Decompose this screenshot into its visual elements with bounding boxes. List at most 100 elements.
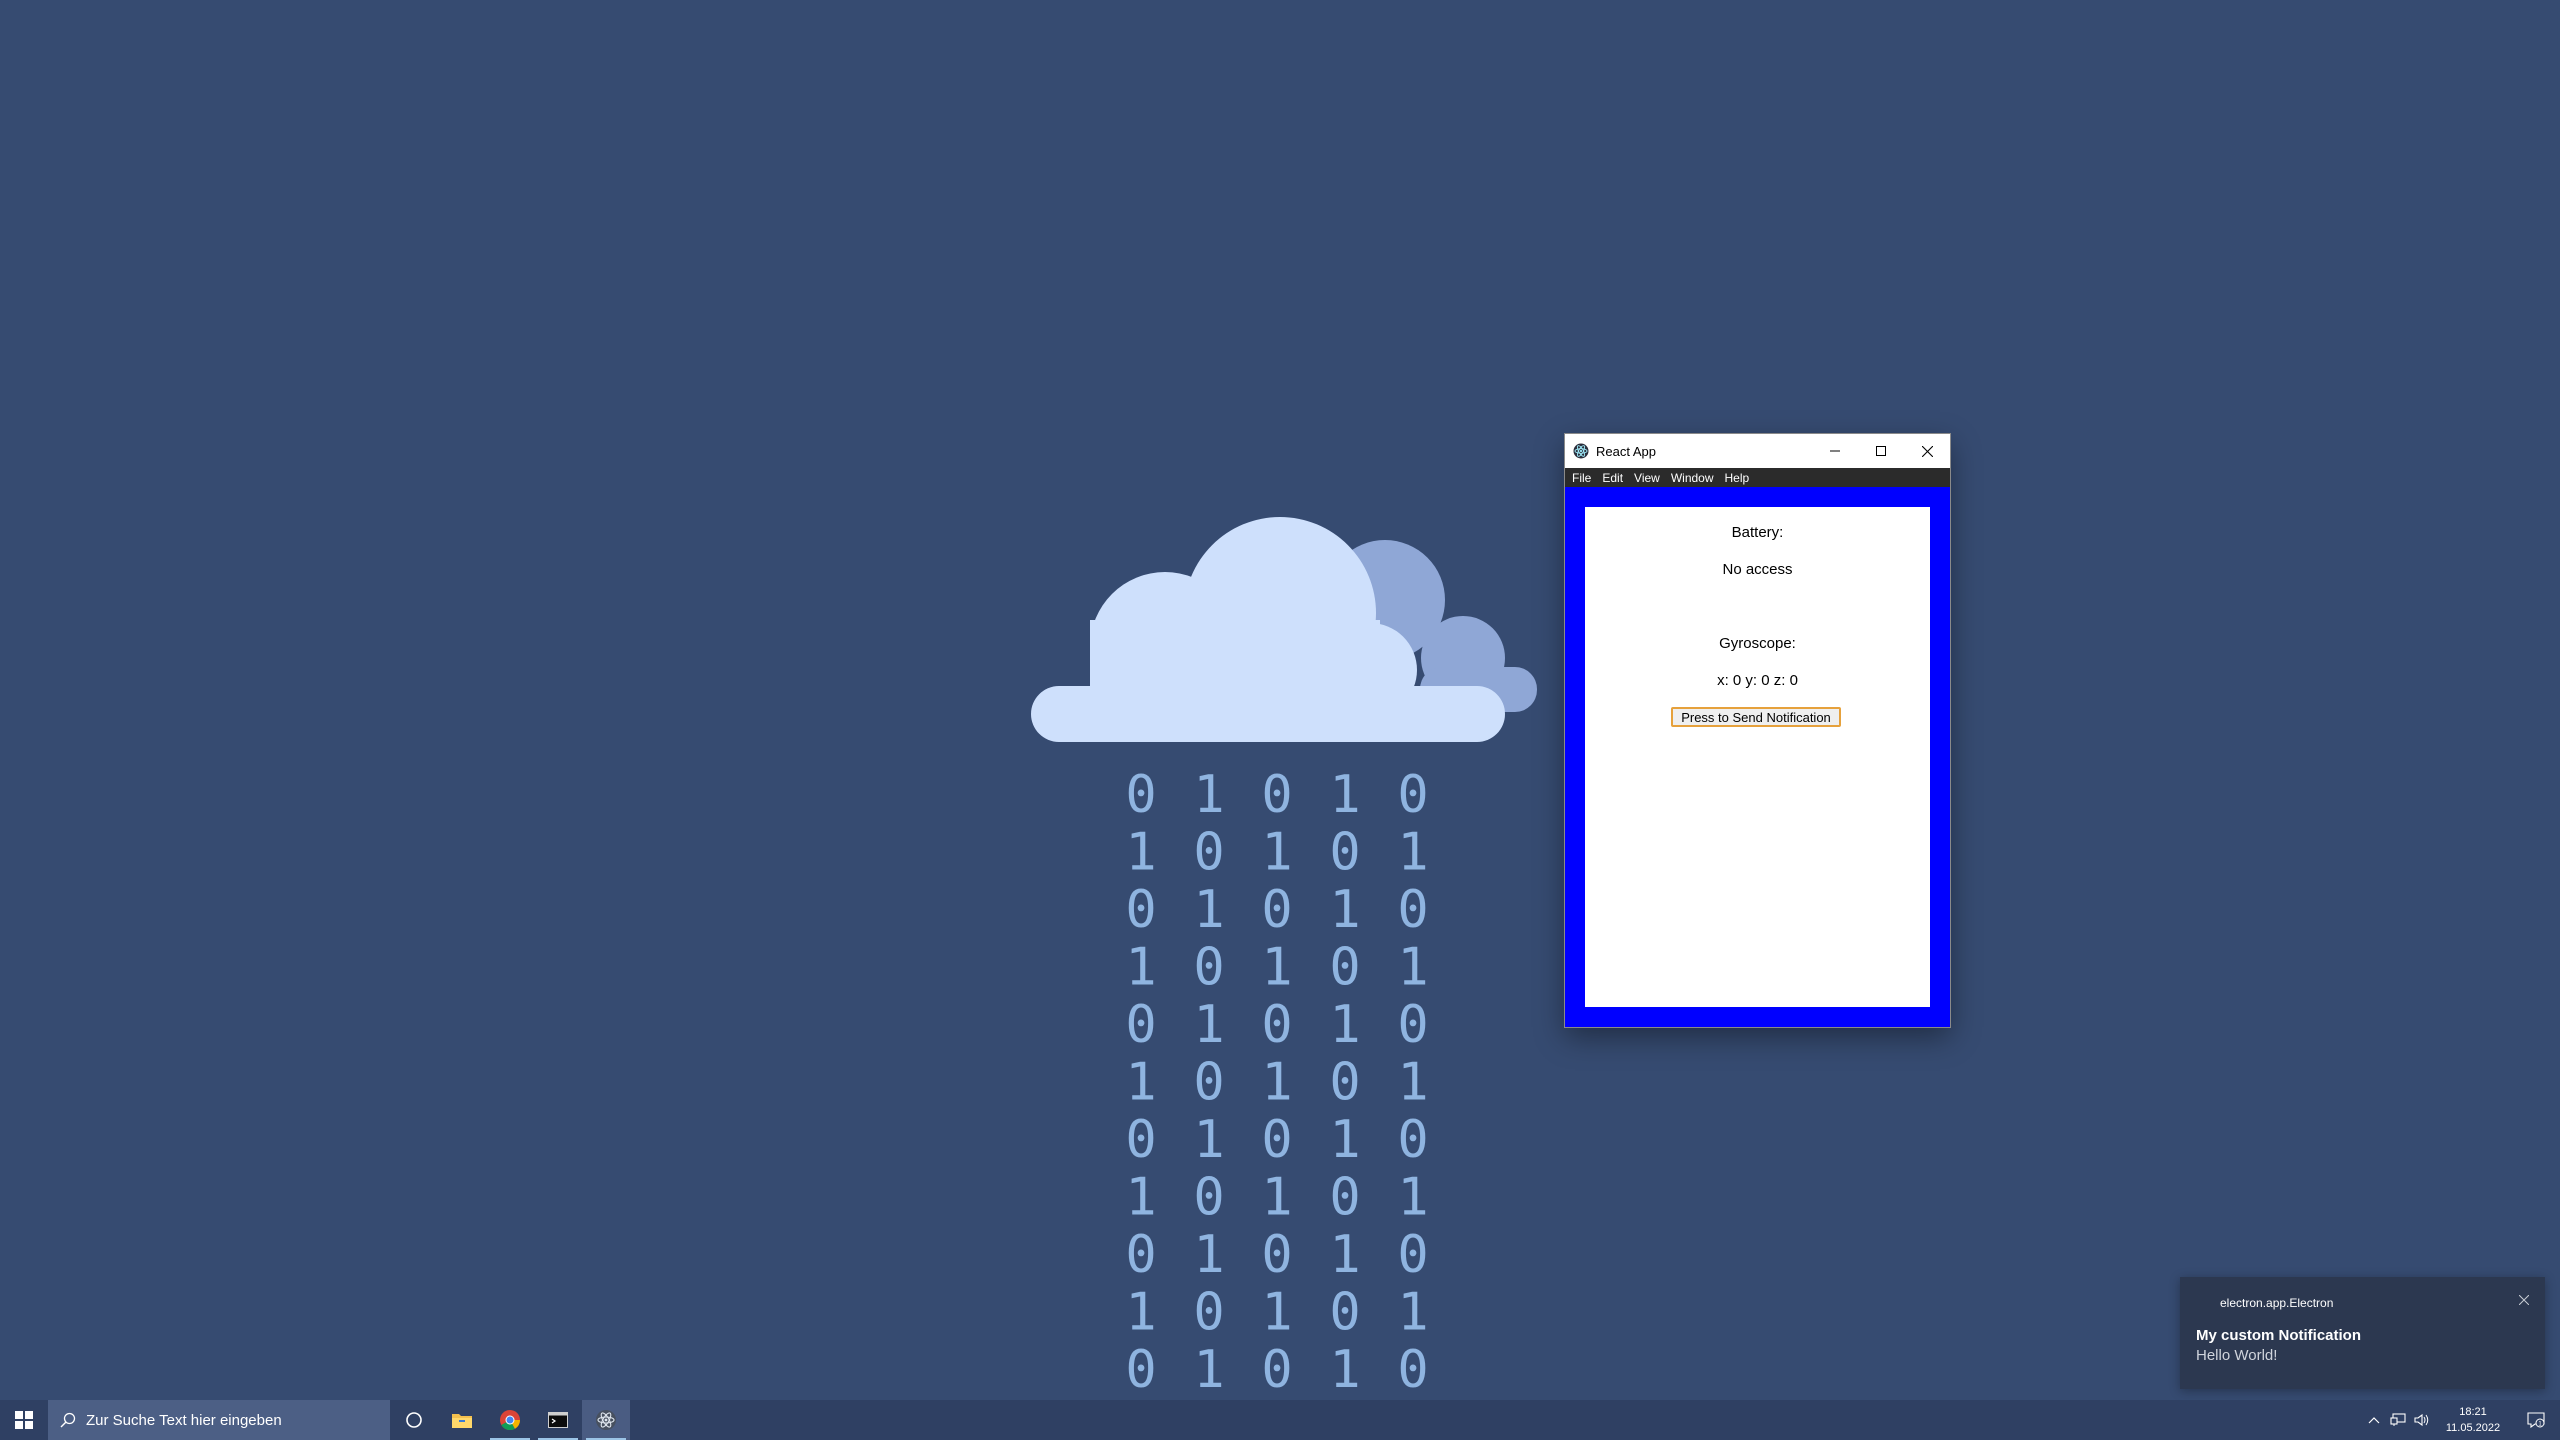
binary-digit: 0 [1397, 880, 1428, 940]
close-icon [2519, 1295, 2529, 1305]
binary-digit: 0 [1397, 1225, 1428, 1285]
volume-icon [2414, 1413, 2429, 1427]
binary-digit: 0 [1329, 938, 1360, 998]
cortana-button[interactable] [390, 1400, 438, 1440]
binary-digit: 0 [1397, 995, 1428, 1055]
show-hidden-icons-button[interactable] [2362, 1416, 2386, 1424]
binary-digit: 1 [1329, 1225, 1360, 1285]
start-button[interactable] [0, 1400, 48, 1440]
menu-view[interactable]: View [1634, 471, 1660, 485]
binary-digit: 1 [1329, 1110, 1360, 1170]
taskbar: Zur Suche Text hier eingeben 18:21 11.05… [0, 1400, 2560, 1440]
binary-digit: 0 [1261, 1110, 1292, 1170]
notification-toast[interactable]: electron.app.Electron My custom Notifica… [2180, 1277, 2545, 1389]
binary-digit: 1 [1397, 1168, 1428, 1228]
binary-digit: 1 [1329, 1340, 1360, 1400]
binary-digit: 1 [1125, 1168, 1156, 1228]
binary-digit: 1 [1261, 938, 1292, 998]
binary-digit: 0 [1397, 765, 1428, 825]
binary-digit: 1 [1261, 1283, 1292, 1343]
binary-digit: 0 [1261, 995, 1292, 1055]
binary-digit: 0 [1125, 995, 1156, 1055]
binary-digit: 1 [1193, 995, 1224, 1055]
binary-digit: 1 [1193, 765, 1224, 825]
chevron-up-icon [2368, 1417, 2380, 1424]
volume-button[interactable] [2410, 1413, 2434, 1427]
toast-close-button[interactable] [2519, 1295, 2529, 1305]
menu-bar: File Edit View Window Help [1565, 468, 1950, 487]
binary-digit: 1 [1397, 938, 1428, 998]
binary-digit: 0 [1261, 1225, 1292, 1285]
search-icon [60, 1412, 76, 1428]
binary-digit: 0 [1261, 880, 1292, 940]
network-button[interactable] [2386, 1413, 2410, 1427]
close-button[interactable] [1904, 434, 1950, 468]
battery-label: Battery: [1731, 524, 1784, 541]
binary-digit: 1 [1193, 880, 1224, 940]
electron-button[interactable] [582, 1400, 630, 1440]
menu-file[interactable]: File [1572, 471, 1591, 485]
binary-digit: 0 [1193, 1053, 1224, 1113]
binary-digit: 1 [1125, 938, 1156, 998]
action-center-button[interactable]: 1 [2512, 1400, 2560, 1440]
menu-window[interactable]: Window [1671, 471, 1714, 485]
binary-digit: 1 [1329, 995, 1360, 1055]
maximize-button[interactable] [1858, 434, 1904, 468]
toast-body: Hello World! [2196, 1347, 2278, 1364]
window-titlebar[interactable]: React App [1565, 434, 1950, 468]
menu-edit[interactable]: Edit [1602, 471, 1623, 485]
binary-digit: 0 [1193, 1168, 1224, 1228]
clock-time: 18:21 [2459, 1406, 2487, 1418]
binary-digit: 0 [1125, 765, 1156, 825]
system-tray: 18:21 11.05.2022 1 [2362, 1400, 2560, 1440]
cortana-icon [406, 1412, 422, 1428]
binary-digit: 1 [1329, 880, 1360, 940]
close-icon [1921, 445, 1933, 457]
window-title: React App [1596, 443, 1656, 459]
minimize-button[interactable] [1812, 434, 1858, 468]
taskbar-search[interactable]: Zur Suche Text hier eingeben [48, 1400, 390, 1440]
terminal-button[interactable] [534, 1400, 582, 1440]
binary-digit: 1 [1125, 823, 1156, 883]
binary-digit: 0 [1193, 938, 1224, 998]
maximize-icon [1876, 446, 1886, 456]
menu-help[interactable]: Help [1725, 471, 1750, 485]
binary-digit: 1 [1125, 1053, 1156, 1113]
send-notification-button[interactable]: Press to Send Notification [1671, 707, 1841, 727]
file-explorer-button[interactable] [438, 1400, 486, 1440]
binary-digit: 0 [1329, 1283, 1360, 1343]
binary-digit: 0 [1397, 1110, 1428, 1170]
electron-app-icon [1573, 443, 1589, 459]
binary-digit: 1 [1397, 1283, 1428, 1343]
windows-logo-icon [15, 1411, 33, 1429]
notification-icon: 1 [2527, 1412, 2545, 1428]
gyroscope-label: Gyroscope: [1719, 635, 1796, 652]
toast-app-name: electron.app.Electron [2220, 1296, 2334, 1310]
minimize-icon [1830, 450, 1840, 452]
binary-digit: 0 [1193, 823, 1224, 883]
binary-digit: 1 [1193, 1110, 1224, 1170]
desktop-wallpaper: 0 1 0 1 01 0 1 0 10 1 0 1 01 0 1 0 10 1 0 1 01 0 1 0 10 1 0 1 01 0 1 0 1… [0, 0, 2560, 1440]
binary-digit: 1 [1261, 1053, 1292, 1113]
binary-digit: 1 [1261, 1168, 1292, 1228]
battery-value: No access [1722, 561, 1793, 578]
network-icon [2390, 1413, 2406, 1426]
chrome-icon [500, 1410, 521, 1431]
react-app-window: React App File Edit View Window Help Bat… [1565, 434, 1950, 1027]
electron-icon [596, 1410, 616, 1430]
clock[interactable]: 18:21 11.05.2022 [2440, 1404, 2506, 1436]
binary-digit: 0 [1329, 823, 1360, 883]
binary-digit: 0 [1329, 1053, 1360, 1113]
binary-digit: 1 [1329, 765, 1360, 825]
toast-title: My custom Notification [2196, 1327, 2362, 1344]
gyroscope-value: x: 0 y: 0 z: 0 [1717, 672, 1798, 689]
binary-digit: 0 [1125, 880, 1156, 940]
binary-digit: 0 [1125, 1340, 1156, 1400]
binary-digit: 0 [1397, 1340, 1428, 1400]
chrome-button[interactable] [486, 1400, 534, 1440]
search-placeholder: Zur Suche Text hier eingeben [86, 1411, 282, 1429]
binary-digit: 1 [1125, 1283, 1156, 1343]
binary-digit: 1 [1193, 1225, 1224, 1285]
app-frame: Battery: No access Gyroscope: x: 0 y: 0 … [1565, 487, 1950, 1027]
binary-digit: 0 [1261, 765, 1292, 825]
